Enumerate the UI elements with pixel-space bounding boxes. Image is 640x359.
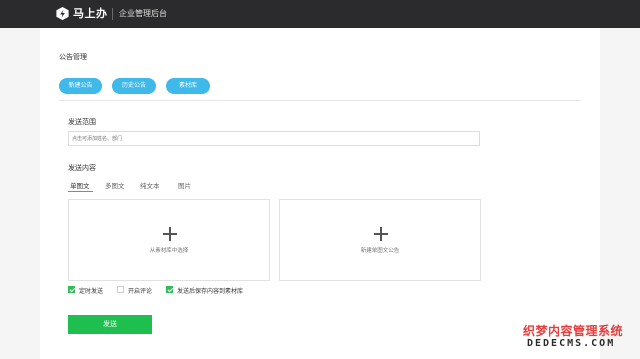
pick-from-library-label: 从素材库中选择 bbox=[149, 248, 189, 254]
watermark-title: 织梦内容管理系统 bbox=[523, 324, 624, 338]
top-navbar: 马上办 企业管理后台 bbox=[0, 0, 640, 28]
enable-comments-checkbox[interactable] bbox=[117, 286, 124, 293]
tab-multi-article[interactable]: 多图文 bbox=[105, 180, 125, 190]
send-content-label: 发送内容 bbox=[68, 164, 96, 172]
save-to-library-checkbox[interactable] bbox=[166, 286, 173, 293]
save-to-library-label: 发送后保存内容到素材库 bbox=[177, 288, 244, 295]
send-range-input[interactable] bbox=[68, 131, 480, 146]
brand-name: 马上办 bbox=[73, 7, 108, 20]
active-tab-indicator bbox=[68, 191, 93, 192]
section-divider bbox=[59, 100, 581, 101]
page-title: 公告管理 bbox=[59, 53, 87, 61]
enable-comments-label: 开启评论 bbox=[128, 288, 153, 295]
header-divider bbox=[112, 8, 113, 20]
plus-icon bbox=[374, 227, 388, 241]
tab-single-article[interactable]: 单图文 bbox=[70, 180, 90, 190]
pick-from-library-box[interactable]: 从素材库中选择 bbox=[68, 199, 270, 281]
new-notice-button[interactable]: 新建公告 bbox=[59, 78, 102, 94]
new-single-article-box[interactable]: 新建单图文公告 bbox=[279, 199, 481, 281]
logo-icon bbox=[56, 6, 69, 21]
scheduled-send-label: 定时发送 bbox=[79, 288, 104, 295]
material-library-button[interactable]: 素材库 bbox=[166, 78, 210, 94]
watermark-domain: DEDECMS.COM bbox=[527, 338, 616, 349]
new-single-article-label: 新建单图文公告 bbox=[360, 248, 400, 254]
scheduled-send-checkbox[interactable] bbox=[68, 286, 75, 293]
tab-image[interactable]: 图片 bbox=[178, 180, 191, 190]
history-notice-button[interactable]: 历史公告 bbox=[112, 78, 156, 94]
tab-plain-text[interactable]: 纯文本 bbox=[140, 180, 160, 190]
send-range-label: 发送范围 bbox=[68, 118, 96, 126]
send-button[interactable]: 发送 bbox=[68, 315, 152, 334]
watermark: 织梦内容管理系统 DEDECMS.COM bbox=[523, 322, 634, 353]
plus-icon bbox=[163, 227, 177, 241]
app-title: 企业管理后台 bbox=[119, 9, 167, 18]
